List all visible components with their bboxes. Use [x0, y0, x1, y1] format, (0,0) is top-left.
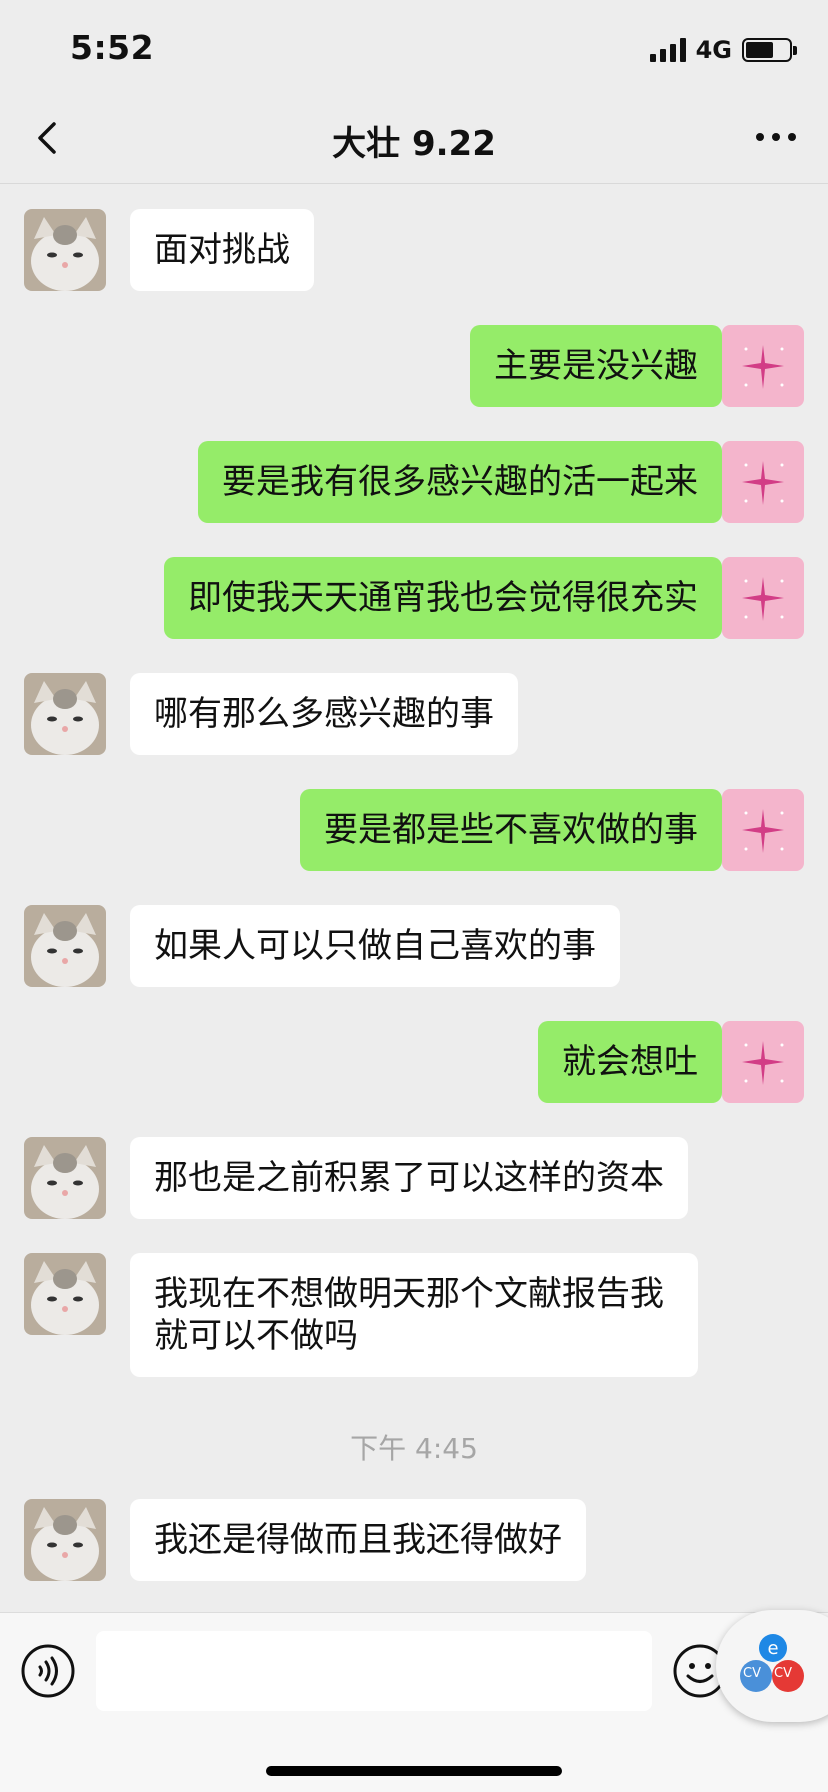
message-bubble-sent[interactable]: 就会想吐 — [538, 1021, 736, 1103]
status-time: 5:52 — [70, 28, 155, 67]
message-list[interactable]: 面对挑战 主要是没兴趣 要是我有很多感兴趣的活一起来 即使我天天通宵我也会觉得很… — [0, 185, 828, 1610]
my-avatar[interactable] — [722, 325, 804, 407]
assistant-label-right: CV — [774, 1666, 792, 1681]
sparkle-cross-avatar-icon — [722, 1021, 804, 1103]
message-bubble-received[interactable]: 那也是之前积累了可以这样的资本 — [130, 1137, 688, 1219]
input-bar — [0, 1612, 828, 1792]
battery-icon — [742, 38, 797, 62]
contact-avatar[interactable] — [24, 905, 106, 987]
status-indicators: 4G — [649, 36, 797, 64]
status-bar: 5:52 4G — [0, 0, 828, 92]
contact-avatar[interactable] — [24, 673, 106, 755]
message-bubble-received[interactable]: 如果人可以只做自己喜欢的事 — [130, 905, 620, 987]
sparkle-cross-avatar-icon — [722, 325, 804, 407]
more-options-icon[interactable] — [754, 122, 798, 152]
contact-avatar[interactable] — [24, 209, 106, 291]
message-bubble-sent[interactable]: 即使我天天通宵我也会觉得很充实 — [164, 557, 736, 639]
message-input[interactable] — [96, 1631, 652, 1711]
cellular-signal-icon — [649, 38, 686, 62]
floating-assistant-widget[interactable]: e CV CV — [716, 1610, 828, 1722]
cat-avatar-icon — [24, 905, 106, 987]
message-timestamp: 下午 4:45 — [350, 1432, 478, 1465]
message-bubble-received[interactable]: 我还是得做而且我还得做好 — [130, 1499, 586, 1581]
svg-text:e: e — [767, 1638, 778, 1659]
my-avatar[interactable] — [722, 441, 804, 523]
sparkle-cross-avatar-icon — [722, 557, 804, 639]
sparkle-cross-avatar-icon — [722, 789, 804, 871]
cat-avatar-icon — [24, 1137, 106, 1219]
my-avatar[interactable] — [722, 557, 804, 639]
assistant-logo-icon: e — [740, 1634, 804, 1692]
network-type: 4G — [695, 36, 732, 64]
contact-avatar[interactable] — [24, 1499, 106, 1581]
chat-title: 大壮 9.22 — [332, 124, 496, 164]
sparkle-cross-avatar-icon — [722, 441, 804, 523]
contact-avatar[interactable] — [24, 1253, 106, 1335]
assistant-label-left: CV — [743, 1666, 761, 1681]
message-bubble-sent[interactable]: 要是我有很多感兴趣的活一起来 — [198, 441, 736, 523]
chat-header: 大壮 9.22 — [0, 92, 828, 184]
cat-avatar-icon — [24, 209, 106, 291]
message-bubble-sent[interactable]: 主要是没兴趣 — [470, 325, 736, 407]
my-avatar[interactable] — [722, 789, 804, 871]
home-indicator[interactable] — [266, 1766, 562, 1776]
message-bubble-received[interactable]: 哪有那么多感兴趣的事 — [130, 673, 518, 755]
cat-avatar-icon — [24, 1253, 106, 1335]
my-avatar[interactable] — [722, 1021, 804, 1103]
cat-avatar-icon — [24, 673, 106, 755]
message-bubble-sent[interactable]: 要是都是些不喜欢做的事 — [300, 789, 736, 871]
voice-input-icon[interactable] — [20, 1643, 76, 1699]
contact-avatar[interactable] — [24, 1137, 106, 1219]
message-bubble-received[interactable]: 我现在不想做明天那个文献报告我就可以不做吗 — [130, 1253, 698, 1377]
message-bubble-received[interactable]: 面对挑战 — [130, 209, 314, 291]
cat-avatar-icon — [24, 1499, 106, 1581]
